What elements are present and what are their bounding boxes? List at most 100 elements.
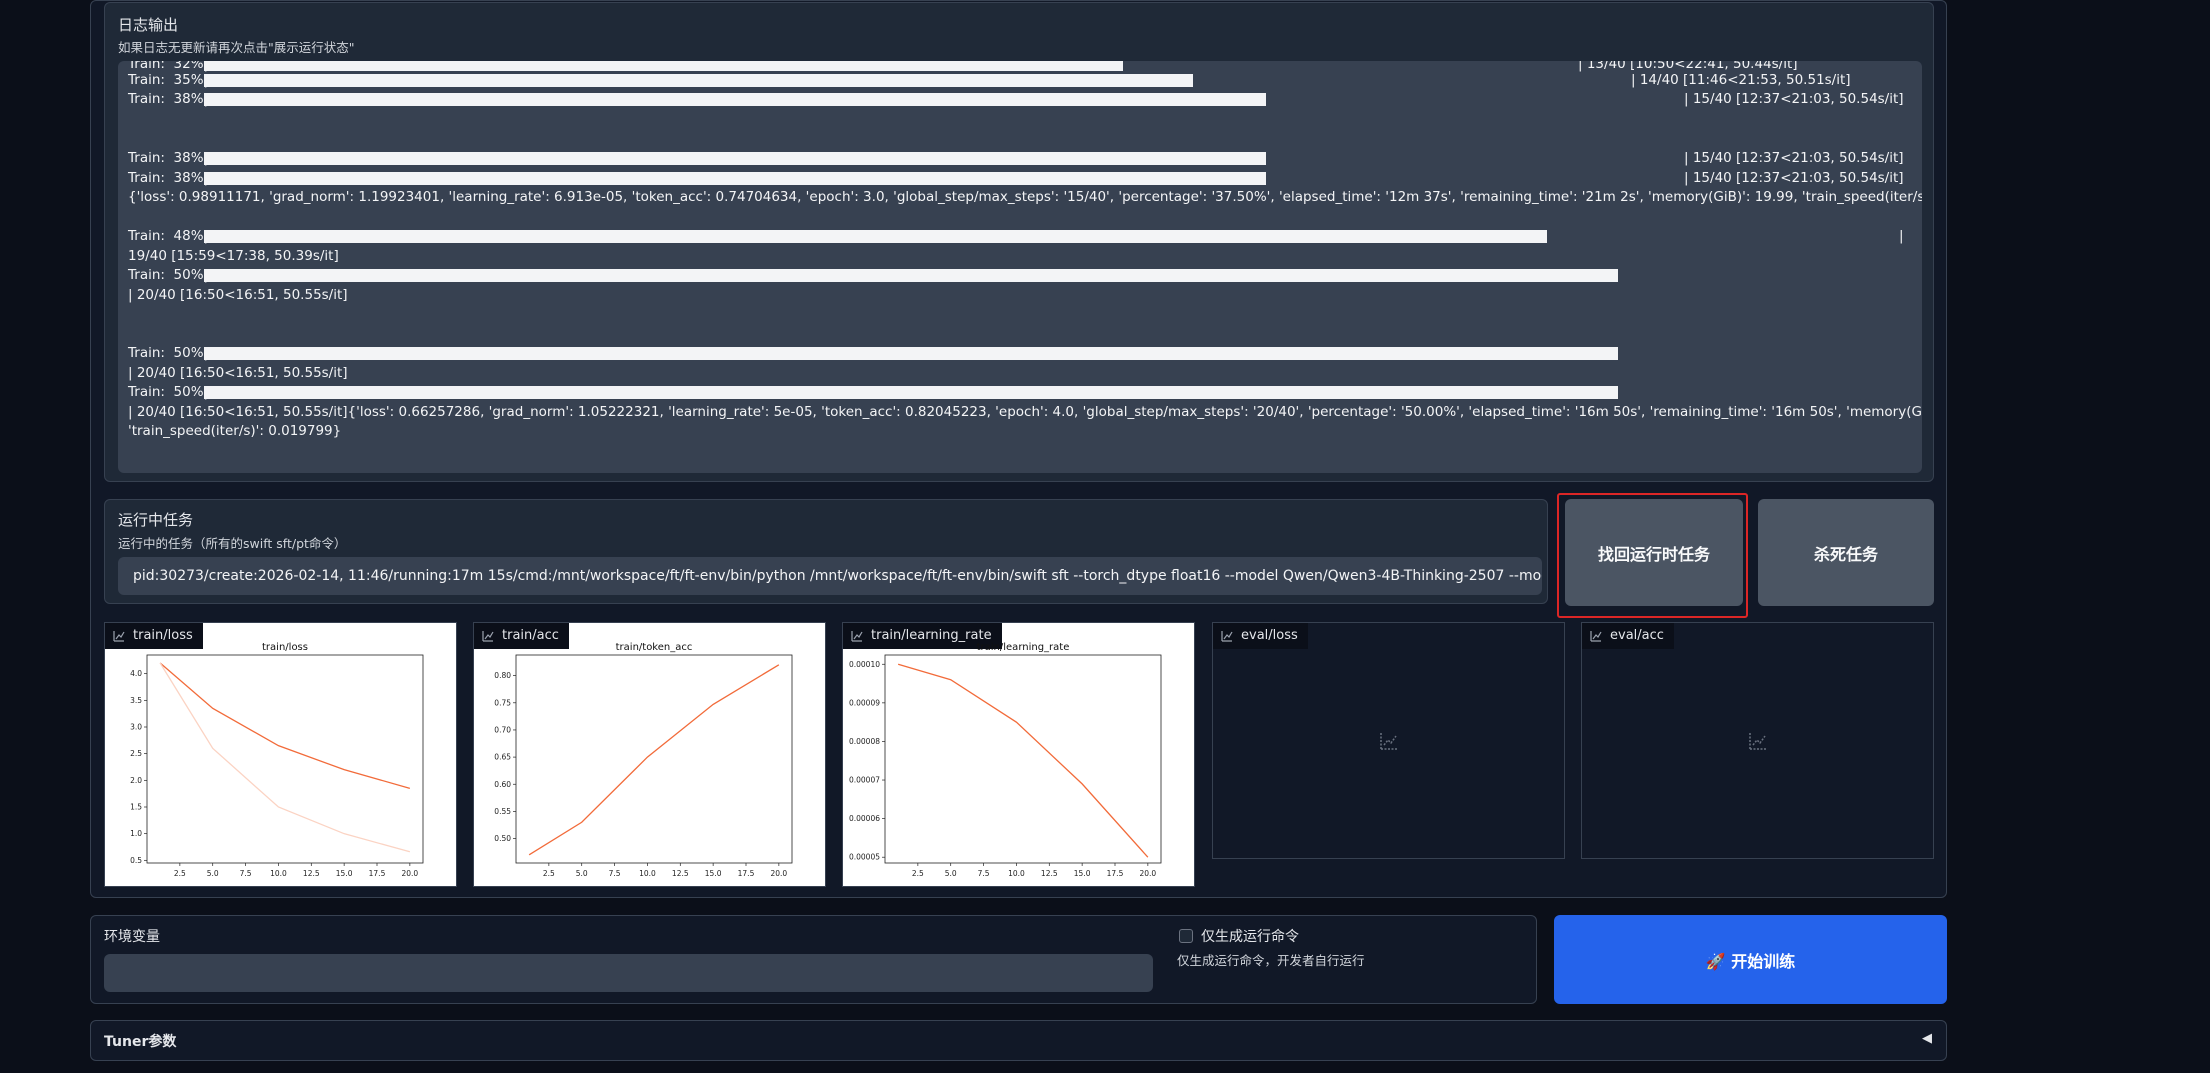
chart-title: train/token_acc [616, 642, 693, 653]
running-task-panel: 运行中任务 运行中的任务（所有的swift sft/pt命令） pid:3027… [104, 499, 1548, 604]
y-tick-label: 0.00009 [849, 698, 880, 707]
log-line: Train: 50%| [128, 345, 209, 361]
y-tick-label: 0.60 [494, 780, 511, 789]
plot-label-text: eval/acc [1610, 628, 1664, 643]
y-tick-label: 0.5 [130, 856, 142, 865]
log-line: Train: 38%| [128, 91, 209, 107]
x-tick-label: 20.0 [1140, 869, 1157, 878]
kill-task-button[interactable]: 杀死任务 [1758, 499, 1934, 606]
progress-bar [204, 347, 1618, 360]
collapse-arrow-icon[interactable]: ◀ [1922, 1031, 1932, 1046]
progress-bar [204, 61, 1123, 71]
running-task-input[interactable]: pid:30273/create:2026-02-14, 11:46/runni… [118, 557, 1542, 595]
x-tick-label: 20.0 [771, 869, 788, 878]
log-subtitle: 如果日志无更新请再次点击"展示运行状态" [118, 40, 355, 55]
y-tick-label: 0.00005 [849, 853, 880, 862]
recover-task-button[interactable]: 找回运行时任务 [1565, 499, 1743, 606]
x-tick-label: 10.0 [270, 869, 287, 878]
x-tick-label: 15.0 [336, 869, 353, 878]
y-tick-label: 0.00007 [849, 776, 880, 785]
running-task-title: 运行中任务 [118, 511, 194, 529]
plot-train-acc: train/acc train/token_acc 2.5 5.0 7.5 10.0 12… [473, 622, 826, 887]
log-line: Train: 38%| [128, 170, 209, 186]
empty-chart-icon [1749, 733, 1766, 750]
log-line: | 20/40 [16:50<16:51, 50.55s/it] [128, 365, 348, 381]
y-tick-label: 4.0 [130, 669, 142, 678]
log-line: {'loss': 0.98911171, 'grad_norm': 1.1992… [128, 189, 1922, 205]
log-line-progress: | 15/40 [12:37<21:03, 50.54s/it] [1684, 170, 1904, 186]
log-title: 日志输出 [118, 16, 179, 34]
log-line: Train: 50%| [128, 267, 209, 283]
chart-title: train/learning_rate [977, 642, 1070, 653]
log-line-progress: | [1899, 228, 1904, 244]
series-line [159, 662, 411, 853]
y-tick-label: 3.5 [130, 696, 142, 705]
plot-label-text: eval/loss [1241, 628, 1298, 643]
progress-bar [204, 230, 1547, 243]
progress-bar [204, 386, 1618, 399]
log-line: Train: 50%| [128, 384, 209, 400]
y-tick-label: 0.55 [494, 807, 511, 816]
x-tick-label: 5.0 [207, 869, 219, 878]
x-tick-label: 17.5 [738, 869, 755, 878]
chart-train-acc: train/token_acc 2.5 5.0 7.5 10.0 12.5 15.0 17.5… [494, 642, 793, 878]
series-line [528, 664, 780, 856]
only-cmd-checkbox[interactable] [1179, 929, 1193, 943]
progress-bar [204, 269, 1618, 282]
plot-eval-loss: eval/loss [1212, 622, 1565, 859]
x-tick-label: 2.5 [174, 869, 186, 878]
x-tick-label: 17.5 [1107, 869, 1124, 878]
x-tick-label: 10.0 [639, 869, 656, 878]
log-line: Train: 48%| [128, 228, 209, 244]
log-line-progress: | 14/40 [11:46<21:53, 50.51s/it] [1631, 72, 1851, 88]
plot-area [884, 654, 1162, 864]
chart-icon [1221, 631, 1233, 642]
x-tick-label: 12.5 [672, 869, 689, 878]
log-panel: 日志输出 如果日志无更新请再次点击"展示运行状态" Train: 32%| | … [104, 2, 1934, 482]
y-tick-label: 0.65 [494, 753, 511, 762]
y-tick-label: 0.00006 [849, 814, 880, 823]
x-tick-label: 12.5 [1041, 869, 1058, 878]
chart-train-loss: train/loss 2.5 5.0 7.5 10.0 12.5 15.0 17.5 20.0 0… [130, 642, 424, 878]
chart-icon [1590, 631, 1602, 642]
y-tick-label: 2.0 [130, 776, 142, 785]
progress-bar [204, 74, 1193, 87]
tuner-section[interactable]: Tuner参数 ◀ [90, 1020, 1947, 1061]
plot-eval-acc: eval/acc [1581, 622, 1934, 859]
y-tick-label: 1.0 [130, 829, 142, 838]
plot-area [515, 654, 793, 864]
x-tick-label: 20.0 [402, 869, 419, 878]
log-textarea[interactable]: Train: 32%| | 13/40 [10:50<22:41, 50.44s… [118, 61, 1922, 473]
x-tick-label: 17.5 [369, 869, 386, 878]
chart-title: train/loss [262, 642, 308, 653]
progress-bar [204, 93, 1266, 106]
x-tick-label: 7.5 [978, 869, 990, 878]
log-line: 19/40 [15:59<17:38, 50.39s/it] [128, 248, 339, 264]
env-section: 环境变量 仅生成运行命令 仅生成运行命令，开发者自行运行 [90, 915, 1537, 1004]
log-line: 'train_speed(iter/s)': 0.019799} [128, 423, 342, 439]
env-input[interactable] [104, 954, 1153, 992]
log-line-progress: | 15/40 [12:37<21:03, 50.54s/it] [1684, 91, 1904, 107]
env-title: 环境变量 [104, 929, 160, 945]
y-tick-label: 1.5 [130, 803, 142, 812]
series-line [159, 662, 411, 789]
x-tick-label: 7.5 [609, 869, 621, 878]
y-tick-label: 0.75 [494, 698, 511, 707]
y-tick-label: 0.00010 [849, 660, 880, 669]
progress-bar [204, 152, 1266, 165]
x-tick-label: 2.5 [543, 869, 555, 878]
series-line [897, 663, 1149, 858]
x-tick-label: 7.5 [240, 869, 252, 878]
y-tick-label: 3.0 [130, 723, 142, 732]
y-tick-label: 0.70 [494, 725, 511, 734]
log-line: Train: 35%| [128, 72, 209, 88]
tuner-label: Tuner参数 [104, 1034, 177, 1050]
log-line-progress: | 15/40 [12:37<21:03, 50.54s/it] [1684, 150, 1904, 166]
plot-area [146, 654, 424, 864]
start-training-button[interactable]: 🚀 开始训练 [1554, 915, 1947, 1004]
plot-train-loss: train/loss train/loss 2.5 5.0 7.5 10.0 12.5 15… [104, 622, 457, 887]
chart-train-lr: train/learning_rate 2.5 5.0 7.5 10.0 12.5 15.0… [849, 642, 1162, 878]
x-tick-label: 15.0 [1074, 869, 1091, 878]
only-cmd-label[interactable]: 仅生成运行命令 [1201, 926, 1299, 946]
log-line: | 20/40 [16:50<16:51, 50.55s/it] [128, 287, 348, 303]
